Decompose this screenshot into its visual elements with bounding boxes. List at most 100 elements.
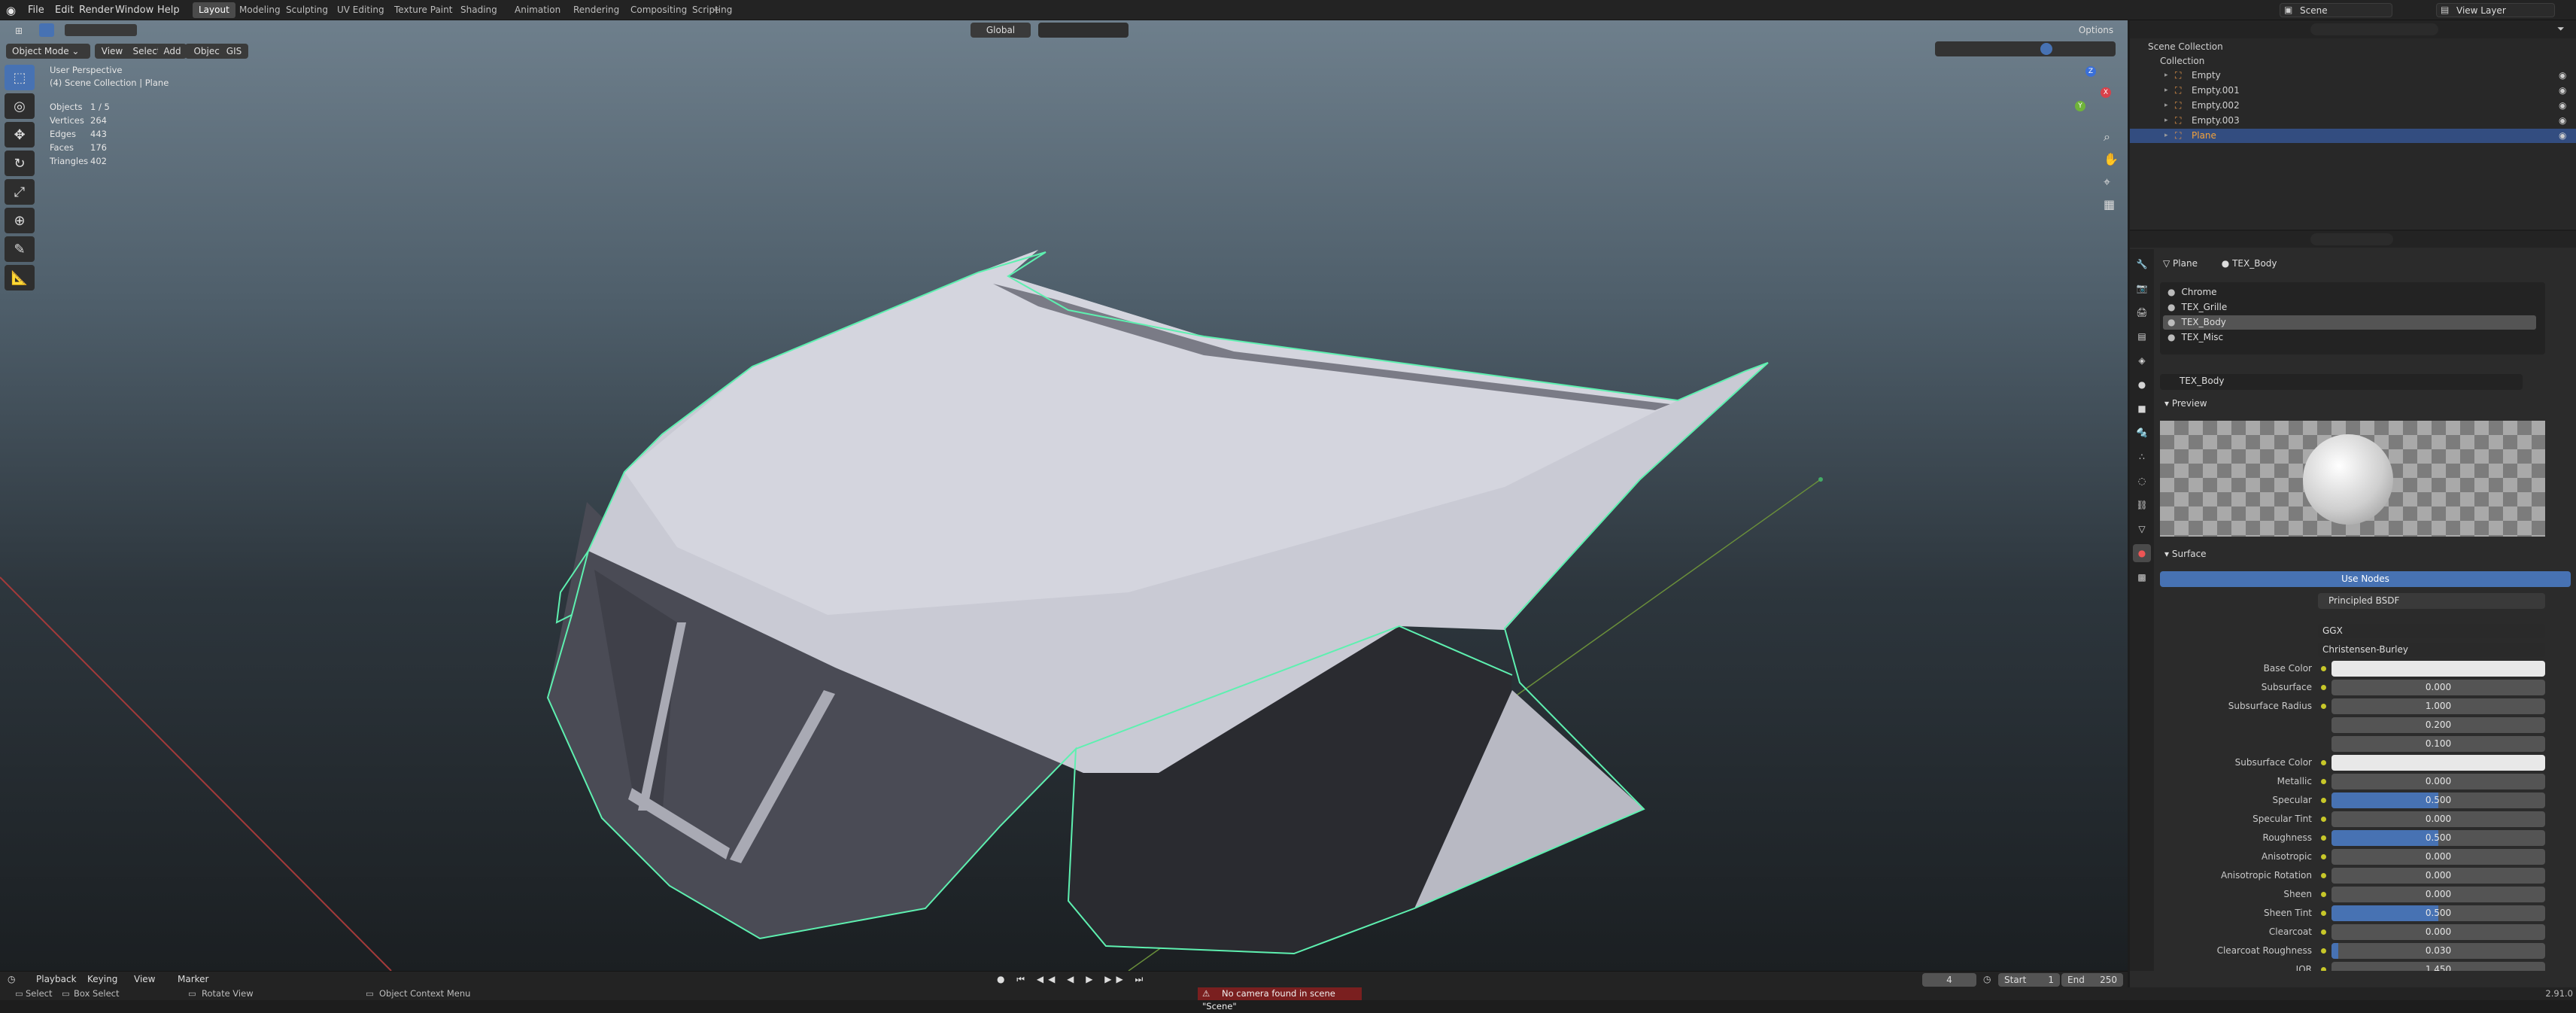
3d-viewport[interactable] [0, 20, 2128, 971]
param-socket-icon[interactable] [2321, 666, 2326, 671]
visibility-eye-icon[interactable]: ◉ [2559, 68, 2566, 83]
menu-file[interactable]: File [24, 3, 48, 18]
move-tool-icon[interactable]: ✥ [5, 122, 35, 148]
output-tab-icon[interactable]: 🖨 [2133, 303, 2151, 321]
param-field-sheen[interactable]: 0.000 [2331, 887, 2545, 902]
param-socket-icon[interactable] [2321, 817, 2326, 822]
param-socket-icon[interactable] [2321, 760, 2326, 765]
param-field-anisotropic[interactable]: 0.000 [2331, 849, 2545, 865]
filter-icon[interactable]: ⏷ [2557, 23, 2565, 35]
scale-tool-icon[interactable]: ⤢ [5, 179, 35, 205]
object-tab-icon[interactable]: ■ [2133, 400, 2151, 418]
param-socket-icon[interactable] [2321, 929, 2326, 935]
material-slot-chrome[interactable]: ● Chrome [2163, 285, 2536, 300]
menu-window[interactable]: Window [111, 3, 157, 18]
expand-arrow-icon[interactable]: ▸ [2164, 99, 2168, 113]
visibility-eye-icon[interactable]: ◉ [2559, 99, 2566, 113]
cursor-tool-icon[interactable]: ◎ [5, 93, 35, 119]
expand-arrow-icon[interactable]: ▸ [2164, 68, 2168, 83]
scene-tab-icon[interactable]: ◈ [2133, 351, 2151, 370]
tab-uv-editing[interactable]: UV Editing [331, 2, 390, 18]
options-button[interactable]: Options [2073, 23, 2119, 38]
param-socket-icon[interactable] [2321, 798, 2326, 803]
editor-type-button[interactable]: ⊞ [6, 23, 32, 38]
param-field-specular[interactable]: 0.500 [2331, 792, 2545, 808]
param-socket-icon[interactable] [2321, 779, 2326, 784]
material-name-field[interactable]: TEX_Body [2180, 376, 2224, 386]
param-socket-icon[interactable] [2321, 854, 2326, 859]
use-nodes-button[interactable]: Use Nodes [2160, 571, 2571, 587]
expand-arrow-icon[interactable]: ▸ [2164, 114, 2168, 128]
material-slot-tex-grille[interactable]: ● TEX_Grille [2163, 300, 2536, 315]
tool-tab-icon[interactable]: 🔧 [2133, 255, 2151, 273]
frame-end-field[interactable]: End 250 [2061, 973, 2123, 987]
distribution-select[interactable]: GGX [2318, 624, 2545, 638]
timeline-menu-marker[interactable]: Marker [178, 974, 208, 984]
param-field-subsurface-radius-4[interactable]: 0.100 [2331, 736, 2545, 752]
view-layer-selector[interactable]: View Layer [2436, 3, 2555, 17]
param-field-base-color[interactable] [2331, 661, 2545, 677]
param-socket-icon[interactable] [2321, 948, 2326, 954]
tab-texture-paint[interactable]: Texture Paint [388, 2, 458, 18]
viewport-shading-group[interactable] [1935, 41, 2116, 56]
param-socket-icon[interactable] [2321, 685, 2326, 690]
timeline-editor-icon[interactable]: ◷ [8, 974, 15, 984]
viewport-menu-gis[interactable]: GIS [220, 44, 248, 59]
tab-sculpting[interactable]: Sculpting [280, 2, 334, 18]
current-frame-field[interactable]: 4 [1922, 973, 1976, 987]
measure-tool-icon[interactable]: 📐 [5, 265, 35, 291]
menu-help[interactable]: Help [153, 3, 184, 18]
outliner-search-icon[interactable] [2310, 23, 2438, 35]
timeline-menu-view[interactable]: View [134, 974, 155, 984]
solid-shading-icon[interactable] [2040, 43, 2052, 55]
param-socket-icon[interactable] [2321, 892, 2326, 897]
viewport-menu-add[interactable]: Add [158, 44, 187, 59]
subsurface-method-select[interactable]: Christensen-Burley [2318, 643, 2545, 657]
tab-shading[interactable]: Shading [454, 2, 503, 18]
transform-orientation-selector[interactable]: Global [971, 23, 1031, 38]
zoom-icon[interactable]: ⌕ [2104, 129, 2110, 144]
surface-shader-field[interactable]: Principled BSDF [2318, 593, 2545, 609]
param-socket-icon[interactable] [2321, 704, 2326, 709]
physics-tab-icon[interactable]: ◌ [2133, 472, 2151, 490]
param-field-subsurface-radius[interactable]: 1.000 [2331, 698, 2545, 714]
pivot-snap-group[interactable] [1038, 23, 1129, 38]
param-field-subsurface-color[interactable] [2331, 755, 2545, 771]
blender-logo-icon[interactable]: ◉ [6, 4, 20, 17]
gizmo-y-icon[interactable]: Y [2075, 101, 2085, 111]
select-tool-icon[interactable]: ⬚ [5, 65, 35, 90]
visibility-eye-icon[interactable]: ◉ [2559, 114, 2566, 128]
tab-modeling[interactable]: Modeling [233, 2, 287, 18]
tab-compositing[interactable]: Compositing [624, 2, 693, 18]
gizmo-z-icon[interactable]: Z [2085, 66, 2096, 77]
material-tab-icon[interactable]: ● [2133, 544, 2151, 562]
menu-edit[interactable]: Edit [51, 3, 77, 18]
collection-row[interactable]: Collection [2130, 54, 2576, 68]
gizmo-x-icon[interactable]: X [2101, 87, 2111, 98]
surface-header[interactable]: ▾ Surface [2164, 549, 2207, 559]
material-slot-tex-misc[interactable]: ● TEX_Misc [2163, 330, 2536, 345]
timeline-menu-keying[interactable]: Keying [87, 974, 117, 984]
render-tab-icon[interactable]: 📷 [2133, 279, 2151, 297]
param-field-anisotropic-rotation[interactable]: 0.000 [2331, 868, 2545, 884]
param-socket-icon[interactable] [2321, 873, 2326, 878]
visibility-eye-icon[interactable]: ◉ [2559, 129, 2566, 143]
param-field-clearcoat[interactable]: 0.000 [2331, 924, 2545, 940]
particles-tab-icon[interactable]: ∴ [2133, 448, 2151, 466]
view-layer-tab-icon[interactable]: ▤ [2133, 327, 2151, 345]
param-field-sheen-tint[interactable]: 0.500 [2331, 905, 2545, 921]
frame-start-field[interactable]: Start 1 [1998, 973, 2060, 987]
param-socket-icon[interactable] [2321, 911, 2326, 916]
outliner-item-empty-003[interactable]: ▸ ⛶ Empty.003 ◉ [2130, 114, 2576, 128]
param-field-subsurface-radius-3[interactable]: 0.200 [2331, 717, 2545, 733]
param-field-clearcoat-roughness[interactable]: 0.030 [2331, 943, 2545, 959]
ortho-toggle-icon[interactable]: ▦ [2104, 197, 2115, 211]
world-tab-icon[interactable]: ● [2133, 376, 2151, 394]
param-socket-icon[interactable] [2321, 835, 2326, 841]
camera-view-icon[interactable]: ⌖ [2104, 175, 2110, 190]
selection-modes[interactable] [65, 24, 137, 36]
preview-range-icon[interactable]: ◷ [1983, 974, 1991, 984]
annotate-tool-icon[interactable]: ✎ [5, 236, 35, 262]
timeline-menu-playback[interactable]: Playback [36, 974, 77, 984]
constraints-tab-icon[interactable]: ⛓ [2133, 496, 2151, 514]
